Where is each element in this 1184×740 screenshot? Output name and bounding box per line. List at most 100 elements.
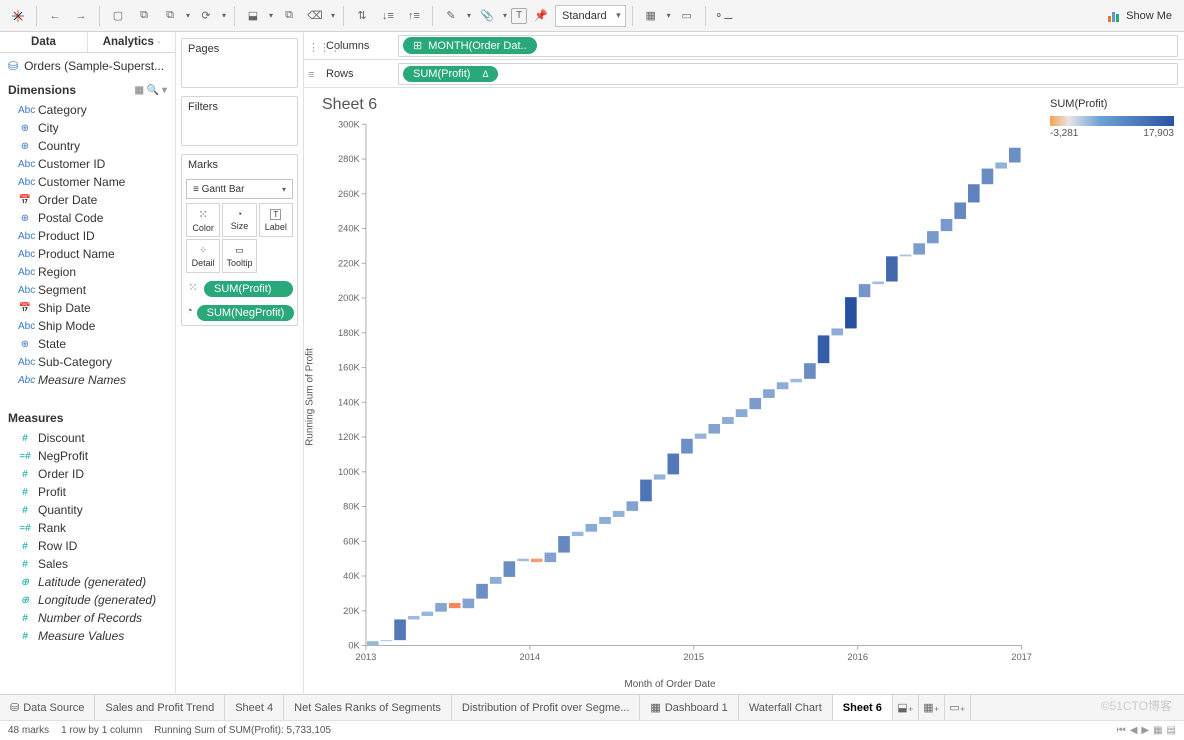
bar[interactable] [476,584,488,599]
bar[interactable] [422,612,434,616]
sheet-tab-distribution-of-profit-over-segme-[interactable]: Distribution of Profit over Segme... [452,695,641,720]
bar[interactable] [586,524,598,532]
bar[interactable] [681,439,693,454]
marks-label-button[interactable]: TLabel [259,203,293,237]
new-worksheet-icon[interactable]: ⬓ [241,4,265,28]
field-discount[interactable]: #Discount [0,429,175,447]
bar[interactable] [517,559,529,562]
field-product-id[interactable]: AbcProduct ID [0,227,175,245]
caret-icon[interactable]: ▾ [220,4,228,28]
caret-icon[interactable]: ▾ [465,4,473,28]
field-negprofit[interactable]: =#NegProfit [0,447,175,465]
field-measure-names[interactable]: AbcMeasure Names [0,371,175,389]
bar[interactable] [558,536,570,553]
bar[interactable] [613,511,625,517]
view-grid-icon[interactable]: ▦ [1153,725,1162,736]
bar[interactable] [927,231,939,243]
bar[interactable] [381,640,393,641]
bar[interactable] [449,603,461,608]
field-number-of-records[interactable]: #Number of Records [0,609,175,627]
field-country[interactable]: ⊕Country [0,137,175,155]
field-sub-category[interactable]: AbcSub-Category [0,353,175,371]
bar[interactable] [859,284,871,297]
sheet-tab-data-source[interactable]: ⛁Data Source [0,695,95,720]
bar[interactable] [763,389,775,398]
new-datasource-icon[interactable]: ⧉ [132,4,156,28]
columns-pill[interactable]: ⊞MONTH(Order Dat.. [403,37,537,54]
field-customer-name[interactable]: AbcCustomer Name [0,173,175,191]
bar[interactable] [722,417,734,424]
sheet-tab-waterfall-chart[interactable]: Waterfall Chart [739,695,833,720]
field-segment[interactable]: AbcSegment [0,281,175,299]
marks-tooltip-button[interactable]: ▭Tooltip [222,239,256,273]
text-icon[interactable]: T [511,8,527,24]
sheet-tab-sheet-6[interactable]: Sheet 6 [833,695,893,720]
marks-pill-size[interactable]: ◔SUM(NegProfit) [186,301,293,321]
field-order-id[interactable]: #Order ID [0,465,175,483]
bar[interactable] [872,282,884,285]
field-category[interactable]: AbcCategory [0,101,175,119]
rows-shelf[interactable]: ≡Rows SUM(Profit)Δ [304,60,1184,88]
bar[interactable] [982,169,994,185]
bar[interactable] [695,434,707,439]
columns-shelf[interactable]: ⋮⋮⋮Columns ⊞MONTH(Order Dat.. [304,32,1184,60]
caret-icon[interactable]: ▾ [267,4,275,28]
pin-icon[interactable]: 📌 [529,4,553,28]
color-legend[interactable]: SUM(Profit) -3,28117,903 [1044,88,1184,694]
tab-analytics[interactable]: Analytics ◦ [88,32,175,52]
new-story-tab-icon[interactable]: ▭₊ [945,695,971,720]
fit-select[interactable]: Standard [555,5,626,27]
sheet-title[interactable]: Sheet 6 [308,96,1032,116]
sort-asc-icon[interactable]: ↓≡ [376,4,400,28]
bar[interactable] [900,255,912,257]
tab-data[interactable]: Data [0,32,88,52]
tableau-logo-icon[interactable] [6,4,30,28]
field-state[interactable]: ⊕State [0,335,175,353]
field-customer-id[interactable]: AbcCustomer ID [0,155,175,173]
bar[interactable] [1009,148,1021,163]
bar[interactable] [367,641,379,645]
bar[interactable] [968,184,980,202]
marktype-select[interactable]: ≡ Gantt Bar [186,179,293,199]
bar[interactable] [736,409,748,417]
bar[interactable] [654,474,666,479]
clear-icon[interactable]: ⌫ [303,4,327,28]
field-longitude-generated-[interactable]: ⊕Longitude (generated) [0,591,175,609]
show-me-button[interactable]: Show Me [1102,10,1178,22]
bar[interactable] [749,398,761,409]
bar[interactable] [394,619,406,640]
bar[interactable] [790,379,802,382]
bar[interactable] [408,616,420,619]
sheet-tab-sheet-4[interactable]: Sheet 4 [225,695,284,720]
swap-icon[interactable]: ⇅ [350,4,374,28]
field-rank[interactable]: =#Rank [0,519,175,537]
field-latitude-generated-[interactable]: ⊕Latitude (generated) [0,573,175,591]
bar[interactable] [886,256,898,281]
bar[interactable] [804,363,816,379]
marks-size-button[interactable]: ◔Size [222,203,256,237]
bar[interactable] [599,517,611,524]
caret-icon[interactable]: ▾ [329,4,337,28]
field-row-id[interactable]: #Row ID [0,537,175,555]
bar[interactable] [572,532,584,536]
field-postal-code[interactable]: ⊕Postal Code [0,209,175,227]
field-ship-mode[interactable]: AbcShip Mode [0,317,175,335]
bar[interactable] [667,454,679,475]
sheet-tab-sales-and-profit-trend[interactable]: Sales and Profit Trend [95,695,225,720]
bar[interactable] [845,297,857,328]
highlight-icon[interactable]: ✎ [439,4,463,28]
bar[interactable] [818,335,830,363]
refresh-icon[interactable]: ⟳ [194,4,218,28]
bar[interactable] [831,328,843,335]
datasource[interactable]: ⛁ Orders (Sample-Superst... [0,53,175,79]
field-quantity[interactable]: #Quantity [0,501,175,519]
nav-next-icon[interactable]: ▶ [1141,725,1149,736]
caret-icon[interactable]: ▾ [184,4,192,28]
save-icon[interactable]: ▢ [106,4,130,28]
new-worksheet-tab-icon[interactable]: ⬓₊ [893,695,919,720]
field-order-date[interactable]: 📅Order Date [0,191,175,209]
bar[interactable] [435,603,447,612]
cards-icon[interactable]: ▦ [639,4,663,28]
rows-pill[interactable]: SUM(Profit)Δ [403,66,498,82]
bar[interactable] [913,243,925,254]
